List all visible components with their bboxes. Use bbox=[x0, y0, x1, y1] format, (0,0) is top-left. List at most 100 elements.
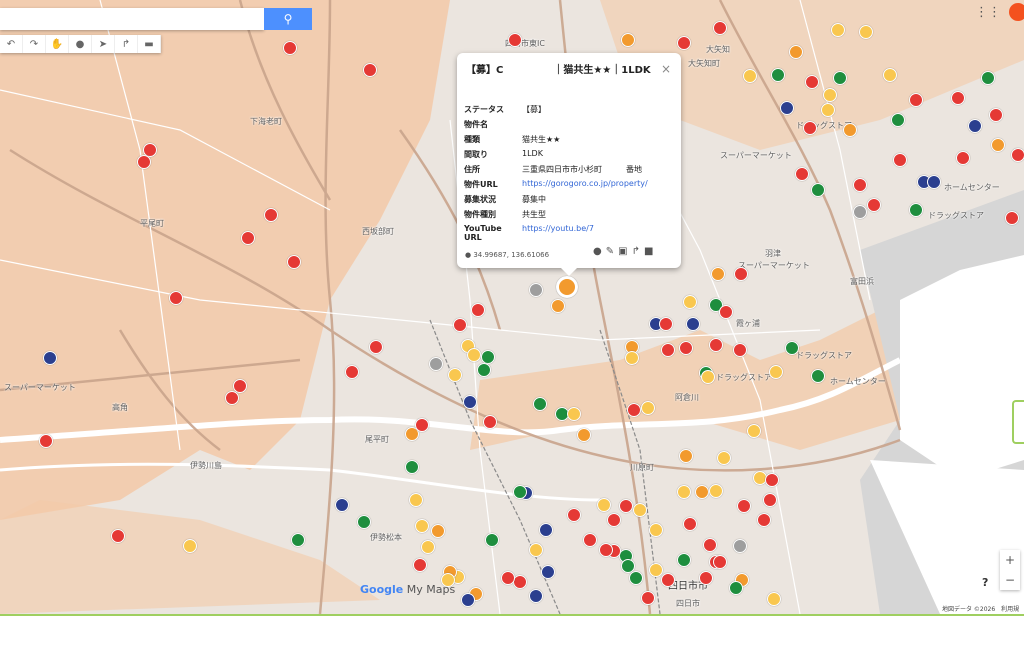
map-marker[interactable] bbox=[415, 418, 429, 432]
map-marker[interactable] bbox=[405, 460, 419, 474]
close-icon[interactable]: × bbox=[661, 62, 671, 76]
map-marker[interactable] bbox=[719, 305, 733, 319]
search-input[interactable] bbox=[0, 8, 264, 30]
map-marker[interactable] bbox=[483, 415, 497, 429]
paint-bucket-icon[interactable]: ● bbox=[593, 246, 602, 257]
map-marker[interactable] bbox=[811, 183, 825, 197]
marker-icon[interactable]: ● bbox=[69, 35, 92, 53]
map-marker[interactable] bbox=[709, 338, 723, 352]
map-marker[interactable] bbox=[763, 493, 777, 507]
map-marker[interactable] bbox=[649, 563, 663, 577]
map-marker[interactable] bbox=[413, 558, 427, 572]
map-marker[interactable] bbox=[529, 589, 543, 603]
search-button[interactable]: ⚲ bbox=[264, 8, 312, 30]
map-marker[interactable] bbox=[641, 401, 655, 415]
map-marker[interactable] bbox=[43, 351, 57, 365]
map-marker[interactable] bbox=[183, 539, 197, 553]
map-marker[interactable] bbox=[823, 88, 837, 102]
map-marker[interactable] bbox=[463, 395, 477, 409]
map-marker[interactable] bbox=[686, 317, 700, 331]
map-marker[interactable] bbox=[471, 303, 485, 317]
camera-icon[interactable]: ▣ bbox=[618, 246, 627, 257]
side-panel-tab[interactable] bbox=[1012, 400, 1024, 444]
map-marker[interactable] bbox=[415, 519, 429, 533]
map-marker[interactable] bbox=[709, 484, 723, 498]
map-marker[interactable] bbox=[621, 33, 635, 47]
map-marker[interactable] bbox=[780, 101, 794, 115]
map-marker[interactable] bbox=[241, 231, 255, 245]
undo-icon[interactable]: ↶ bbox=[0, 35, 23, 53]
map-marker[interactable] bbox=[169, 291, 183, 305]
map-marker[interactable] bbox=[767, 592, 781, 606]
map-marker[interactable] bbox=[821, 103, 835, 117]
trash-icon[interactable]: ■ bbox=[644, 246, 653, 257]
map-marker[interactable] bbox=[677, 485, 691, 499]
map-marker[interactable] bbox=[771, 68, 785, 82]
map-marker[interactable] bbox=[529, 283, 543, 297]
map-marker[interactable] bbox=[717, 451, 731, 465]
map-marker[interactable] bbox=[421, 540, 435, 554]
map-marker[interactable] bbox=[833, 71, 847, 85]
map-marker[interactable] bbox=[409, 493, 423, 507]
map-marker[interactable] bbox=[1005, 211, 1019, 225]
map-marker[interactable] bbox=[683, 295, 697, 309]
map-marker[interactable] bbox=[111, 529, 125, 543]
map-marker[interactable] bbox=[567, 508, 581, 522]
map-marker[interactable] bbox=[893, 153, 907, 167]
apps-grid-icon[interactable]: ⋮⋮ bbox=[975, 5, 1001, 20]
map-marker[interactable] bbox=[335, 498, 349, 512]
map-marker[interactable] bbox=[551, 299, 565, 313]
map-marker[interactable] bbox=[431, 524, 445, 538]
map-marker[interactable] bbox=[853, 178, 867, 192]
map-marker[interactable] bbox=[867, 198, 881, 212]
edit-pencil-icon[interactable]: ✎ bbox=[606, 246, 614, 257]
map-marker[interactable] bbox=[677, 36, 691, 50]
map-marker[interactable] bbox=[811, 369, 825, 383]
map-marker[interactable] bbox=[429, 357, 443, 371]
map-marker[interactable] bbox=[991, 138, 1005, 152]
map-marker[interactable] bbox=[485, 533, 499, 547]
map-marker[interactable] bbox=[757, 513, 771, 527]
map-marker[interactable] bbox=[461, 593, 475, 607]
map-marker[interactable] bbox=[701, 370, 715, 384]
youtube-url-link[interactable]: https://youtu.be/7 bbox=[522, 224, 672, 238]
map-marker[interactable] bbox=[805, 75, 819, 89]
map-marker[interactable] bbox=[508, 33, 522, 47]
map-marker[interactable] bbox=[927, 175, 941, 189]
map-marker[interactable] bbox=[264, 208, 278, 222]
redo-icon[interactable]: ↷ bbox=[23, 35, 46, 53]
map-marker[interactable] bbox=[539, 523, 553, 537]
map-marker[interactable] bbox=[649, 523, 663, 537]
map-marker[interactable] bbox=[743, 69, 757, 83]
map-marker[interactable] bbox=[795, 167, 809, 181]
map-marker[interactable] bbox=[627, 403, 641, 417]
route-icon[interactable]: ↱ bbox=[632, 246, 640, 257]
map-marker[interactable] bbox=[803, 121, 817, 135]
map-marker[interactable] bbox=[843, 123, 857, 137]
map-marker[interactable] bbox=[607, 513, 621, 527]
zoom-in-button[interactable]: + bbox=[1000, 550, 1020, 570]
map-marker[interactable] bbox=[713, 555, 727, 569]
map-marker[interactable] bbox=[513, 575, 527, 589]
line-icon[interactable]: ➤ bbox=[92, 35, 115, 53]
map-marker[interactable] bbox=[679, 449, 693, 463]
map-marker[interactable] bbox=[599, 543, 613, 557]
map-marker[interactable] bbox=[501, 571, 515, 585]
map-marker[interactable] bbox=[467, 348, 481, 362]
map-marker[interactable] bbox=[968, 119, 982, 133]
map-marker[interactable] bbox=[699, 571, 713, 585]
map-marker[interactable] bbox=[703, 538, 717, 552]
map-marker[interactable] bbox=[711, 267, 725, 281]
map-marker[interactable] bbox=[283, 41, 297, 55]
map-marker[interactable] bbox=[567, 407, 581, 421]
map-marker[interactable] bbox=[883, 68, 897, 82]
map-marker[interactable] bbox=[291, 533, 305, 547]
route-icon[interactable]: ↱ bbox=[115, 35, 138, 53]
map-marker[interactable] bbox=[951, 91, 965, 105]
map-marker[interactable] bbox=[909, 93, 923, 107]
map-marker[interactable] bbox=[853, 205, 867, 219]
map-marker[interactable] bbox=[956, 151, 970, 165]
map-marker[interactable] bbox=[448, 368, 462, 382]
map-marker[interactable] bbox=[789, 45, 803, 59]
map-marker[interactable] bbox=[713, 21, 727, 35]
